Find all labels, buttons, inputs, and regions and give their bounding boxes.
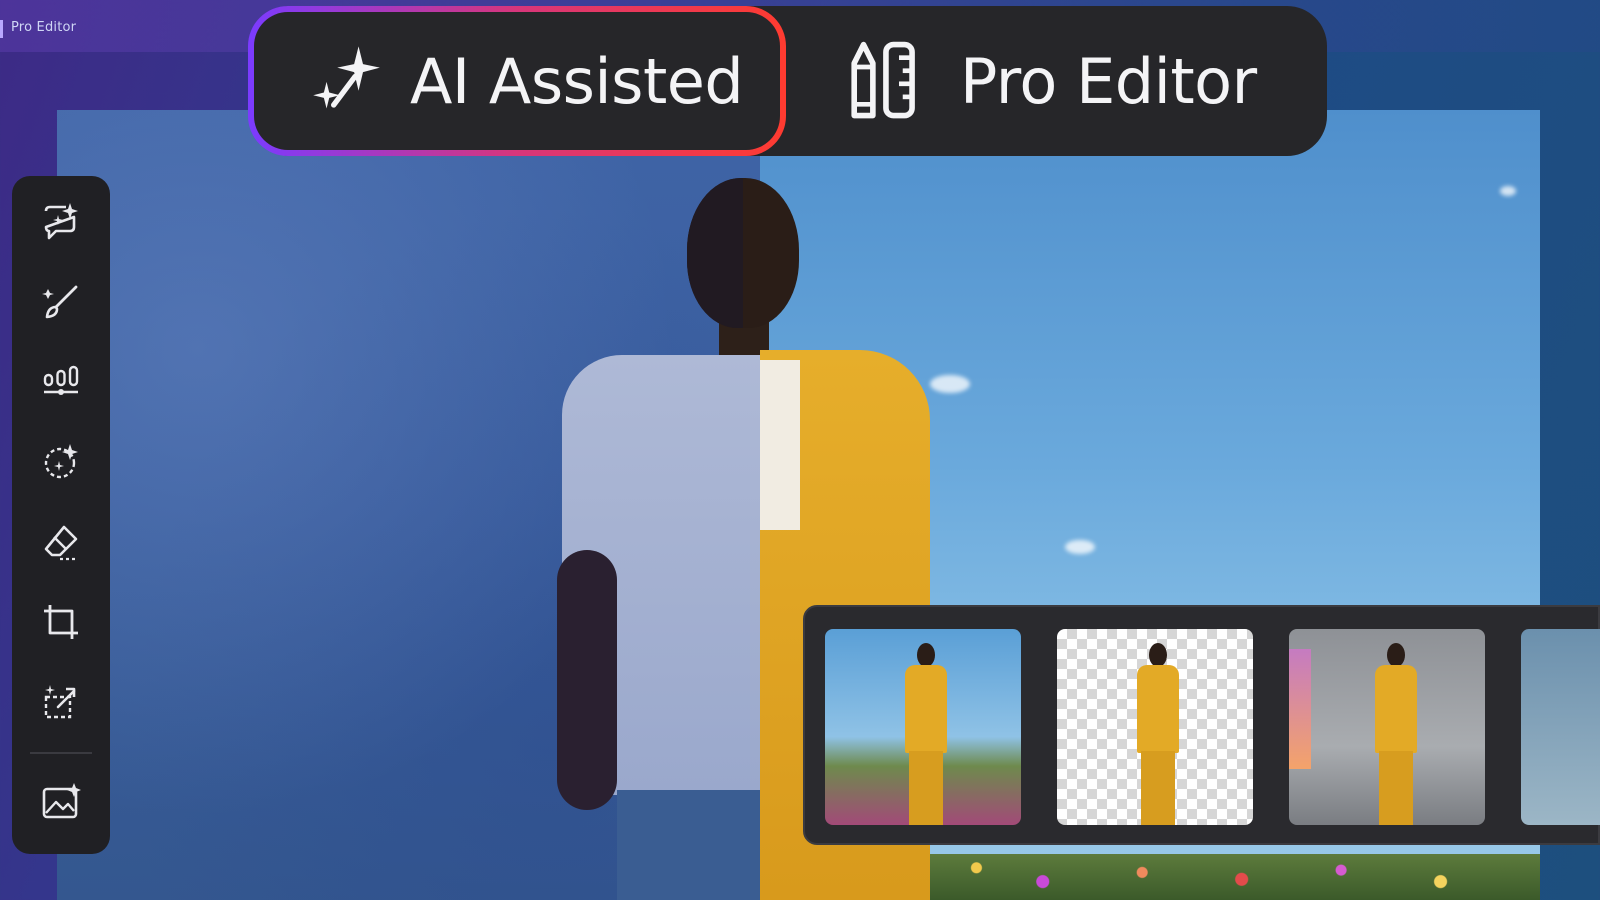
subject-arm <box>557 550 617 810</box>
ai-chat-icon <box>44 203 78 240</box>
ai-expand-icon <box>44 685 76 719</box>
pro-editor-mode-button[interactable]: Pro Editor <box>840 6 1310 156</box>
crop-icon <box>44 605 78 639</box>
subject-white-shirt <box>760 360 800 530</box>
title-accent <box>0 20 3 38</box>
flower-foreground <box>877 854 1540 900</box>
brush-icon <box>42 285 78 319</box>
thumbnail-concrete-room[interactable] <box>1289 629 1485 825</box>
erase-tool[interactable] <box>31 512 91 572</box>
pencil-ruler-icon <box>840 36 930 126</box>
ai-select-icon <box>44 444 78 479</box>
ai-chat-tool[interactable] <box>31 192 91 252</box>
cloud <box>1065 540 1095 554</box>
generate-image-tool[interactable] <box>31 772 91 832</box>
background-variations-panel <box>803 605 1600 845</box>
thumbnail-flower-field[interactable] <box>825 629 1021 825</box>
ai-assisted-label: AI Assisted <box>410 44 744 118</box>
adjust-tool[interactable] <box>31 352 91 412</box>
adjust-sliders-icon <box>43 365 79 395</box>
ai-select-tool[interactable] <box>31 432 91 492</box>
ai-expand-tool[interactable] <box>31 672 91 732</box>
sparkle-icon <box>302 36 392 126</box>
thumbnail-subject <box>1137 643 1179 825</box>
cloud <box>930 375 970 393</box>
app-title: Pro Editor <box>11 20 77 35</box>
ai-assisted-mode-button[interactable]: AI Assisted <box>248 6 786 156</box>
tool-sidebar <box>12 176 110 854</box>
crop-tool[interactable] <box>31 592 91 652</box>
toolbar-divider <box>30 752 92 754</box>
thumbnail-subject <box>1375 643 1417 825</box>
thumbnail-subject <box>905 643 947 825</box>
ai-image-icon <box>42 783 81 819</box>
brush-tool[interactable] <box>31 272 91 332</box>
pro-editor-label: Pro Editor <box>960 44 1257 118</box>
thumbnail-transparent-background[interactable] <box>1057 629 1253 825</box>
thumbnail-interior-partial[interactable] <box>1521 629 1600 825</box>
eraser-icon <box>44 525 78 561</box>
subject-jeans <box>617 790 760 900</box>
cloud <box>1500 186 1516 196</box>
